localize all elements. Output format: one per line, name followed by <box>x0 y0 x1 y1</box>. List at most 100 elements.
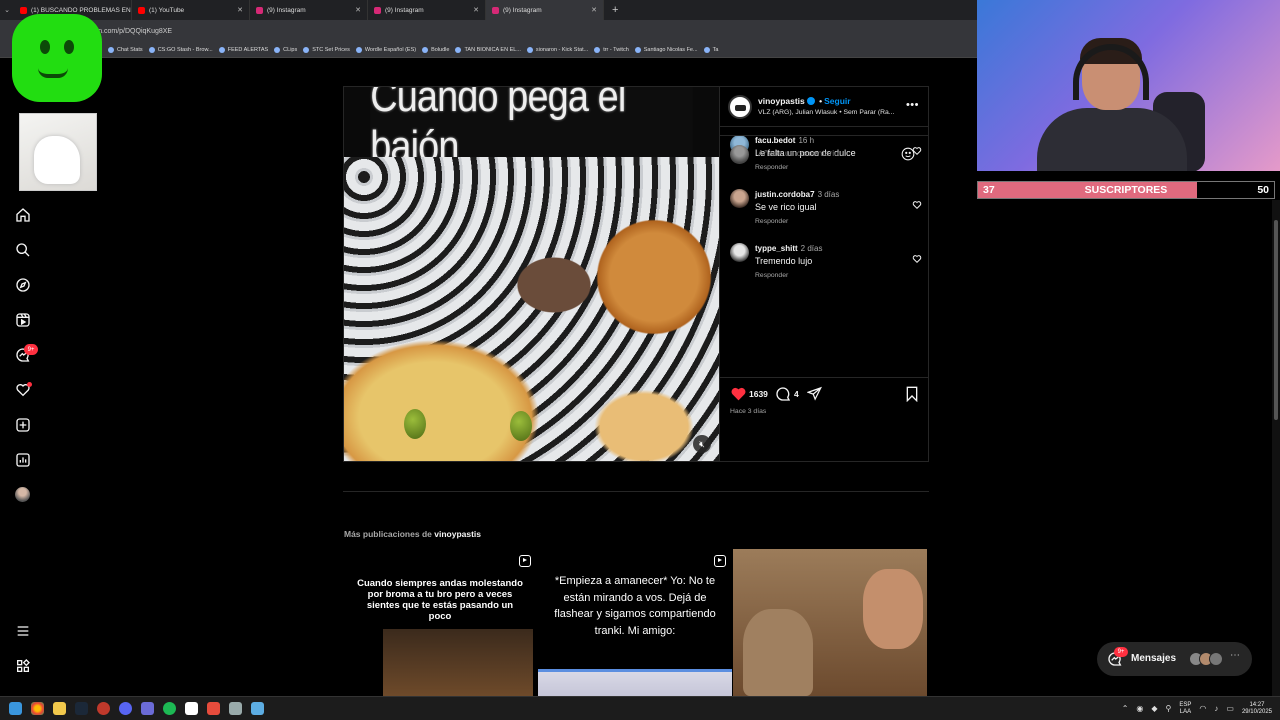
bookmark-item[interactable]: sionaron - Kick Stat... <box>526 46 588 53</box>
author-avatar[interactable] <box>728 95 752 119</box>
tab-4-active[interactable]: (9) Instagram ✕ <box>486 0 604 20</box>
menu-icon[interactable] <box>14 622 31 639</box>
bookmark-item[interactable]: CLips <box>274 46 297 53</box>
more-post-thumb[interactable]: *Empieza a amanecer* Yo: No te están mir… <box>538 549 732 696</box>
save-bookmark-icon[interactable] <box>905 386 919 402</box>
more-post-thumb[interactable] <box>733 549 927 696</box>
reels-icon[interactable] <box>14 311 31 328</box>
comment-username[interactable]: typpe_shitt <box>755 244 798 253</box>
home-icon[interactable] <box>14 206 31 223</box>
bookmark-item[interactable]: Wordle Español (ES) <box>355 46 416 53</box>
usb-icon[interactable]: ⚲ <box>1166 704 1172 713</box>
thumb-scene <box>383 629 533 696</box>
comment-icon[interactable] <box>775 386 791 402</box>
post-author-line: vinoypastis • Seguir <box>758 96 851 106</box>
language-indicator[interactable]: ESP LAA <box>1179 702 1191 716</box>
chrome-icon[interactable] <box>31 702 44 715</box>
post-media[interactable]: Cuando pega el bajón 🔇︎ <box>344 87 719 461</box>
bookmark-icon <box>455 46 462 53</box>
follow-button[interactable]: Seguir <box>824 96 850 106</box>
share-icon[interactable] <box>807 386 822 401</box>
bookmark-icon <box>594 46 601 53</box>
tab-3[interactable]: (9) Instagram ✕ <box>368 0 486 20</box>
app-icon[interactable] <box>207 702 220 715</box>
app-icon[interactable] <box>251 702 264 715</box>
battery-icon[interactable]: ▭ <box>1226 704 1234 713</box>
comment-like-icon[interactable] <box>912 197 922 210</box>
address-bar[interactable]: ram.com/p/DQQiqKug8XE <box>0 20 977 42</box>
create-icon[interactable] <box>14 416 31 433</box>
app-icon[interactable] <box>185 702 198 715</box>
dashboard-icon[interactable] <box>14 451 31 468</box>
like-heart-icon[interactable] <box>730 386 747 401</box>
comment-avatar[interactable] <box>730 189 749 208</box>
search-icon[interactable] <box>14 241 31 258</box>
bookmark-item[interactable]: CS:GO Stash - Brow... <box>148 46 213 53</box>
obs-icon[interactable] <box>97 702 110 715</box>
bookmark-item[interactable]: Santiago Nicolas Fe... <box>634 46 698 53</box>
like-count[interactable]: 1639 <box>749 389 768 399</box>
post-actions: 1639 4 Hace 3 días <box>720 377 929 415</box>
page-scrollbar[interactable] <box>1272 200 1280 696</box>
url-text[interactable]: ram.com/p/DQQiqKug8XE <box>90 28 172 35</box>
comment-like-icon[interactable] <box>912 251 922 264</box>
messages-badge: 9+ <box>24 344 38 355</box>
comment-avatar[interactable] <box>730 243 749 262</box>
thumb-caption: Cuando siempres andas molestando por bro… <box>357 578 523 622</box>
comment-username[interactable]: justin.cordoba7 <box>755 190 815 199</box>
bookmark-item[interactable]: TAN BIONICA EN EL... <box>455 46 521 53</box>
system-tray: ⌃ ◉ ◆ ⚲ ESP LAA ◠ ♪ ▭ 14:27 29/10/2025 <box>1122 702 1280 716</box>
new-tab-button[interactable]: + <box>612 4 618 16</box>
close-tab-icon[interactable]: ✕ <box>355 6 361 14</box>
bookmark-item[interactable]: trr - Twitch <box>594 46 629 53</box>
file-explorer-icon[interactable] <box>53 702 66 715</box>
mute-icon[interactable]: 🔇︎ <box>693 435 711 453</box>
comment-count: 4 <box>794 389 799 399</box>
scrollbar-thumb[interactable] <box>1274 220 1278 420</box>
bookmark-item[interactable]: Boludle <box>422 46 449 53</box>
tab-search-icon[interactable]: ⌄ <box>0 6 14 14</box>
apps-icon[interactable] <box>14 657 31 674</box>
steam-icon[interactable] <box>75 702 88 715</box>
windows-start-icon[interactable] <box>9 702 22 715</box>
reel-icon <box>519 555 531 567</box>
thumb-scene <box>538 669 732 696</box>
tab-1[interactable]: (1) YouTube ✕ <box>132 0 250 20</box>
tray-chevron-icon[interactable]: ⌃ <box>1122 704 1129 713</box>
clock[interactable]: 14:27 29/10/2025 <box>1242 702 1272 716</box>
volume-icon[interactable]: ♪ <box>1214 704 1218 713</box>
profile-icon[interactable] <box>15 487 30 502</box>
close-tab-icon[interactable]: ✕ <box>591 6 597 14</box>
more-posts-username[interactable]: vinoypastis <box>434 529 481 539</box>
app-icon[interactable] <box>141 702 154 715</box>
author-username[interactable]: vinoypastis <box>758 96 805 106</box>
bookmark-item[interactable]: FEED ALERTAS <box>218 46 268 53</box>
spotify-icon[interactable] <box>163 702 176 715</box>
bookmark-item[interactable]: Ta <box>703 46 718 53</box>
add-comment-input[interactable] <box>758 148 888 158</box>
comment-time: 2 días <box>800 244 823 253</box>
emoji-icon[interactable] <box>901 147 915 161</box>
bookmark-icon <box>634 46 641 53</box>
more-post-thumb[interactable]: Cuando siempres andas molestando por bro… <box>343 549 537 696</box>
reply-button[interactable]: Responder <box>755 272 788 279</box>
explore-icon[interactable] <box>14 276 31 293</box>
bookmark-item[interactable]: Chat Stats <box>108 46 143 53</box>
reply-button[interactable]: Responder <box>755 218 788 225</box>
app-icon[interactable] <box>229 702 242 715</box>
wifi-icon[interactable]: ◠ <box>1199 704 1206 713</box>
comment-body: Se ve rico igual <box>755 202 817 212</box>
tray-app-icon[interactable]: ◆ <box>1151 704 1157 713</box>
bookmark-item[interactable]: STC Set Prices <box>303 46 350 53</box>
discord-icon[interactable] <box>119 702 132 715</box>
close-tab-icon[interactable]: ✕ <box>473 6 479 14</box>
close-tab-icon[interactable]: ✕ <box>237 6 243 14</box>
more-posts-heading: Más publicaciones de vinoypastis <box>344 529 481 539</box>
comment-body: Tremendo lujo <box>755 256 813 266</box>
tab-2[interactable]: (9) Instagram ✕ <box>250 0 368 20</box>
tray-app-icon[interactable]: ◉ <box>1136 704 1143 713</box>
audio-info[interactable]: VLZ (ARG), Julian Wlasuk • Sem Parar (Ra… <box>758 109 894 116</box>
more-options-icon[interactable]: ••• <box>906 99 919 111</box>
wolf-overlay-image <box>19 113 97 191</box>
messages-button[interactable]: 9+ Mensajes ⋯ <box>1097 642 1252 676</box>
